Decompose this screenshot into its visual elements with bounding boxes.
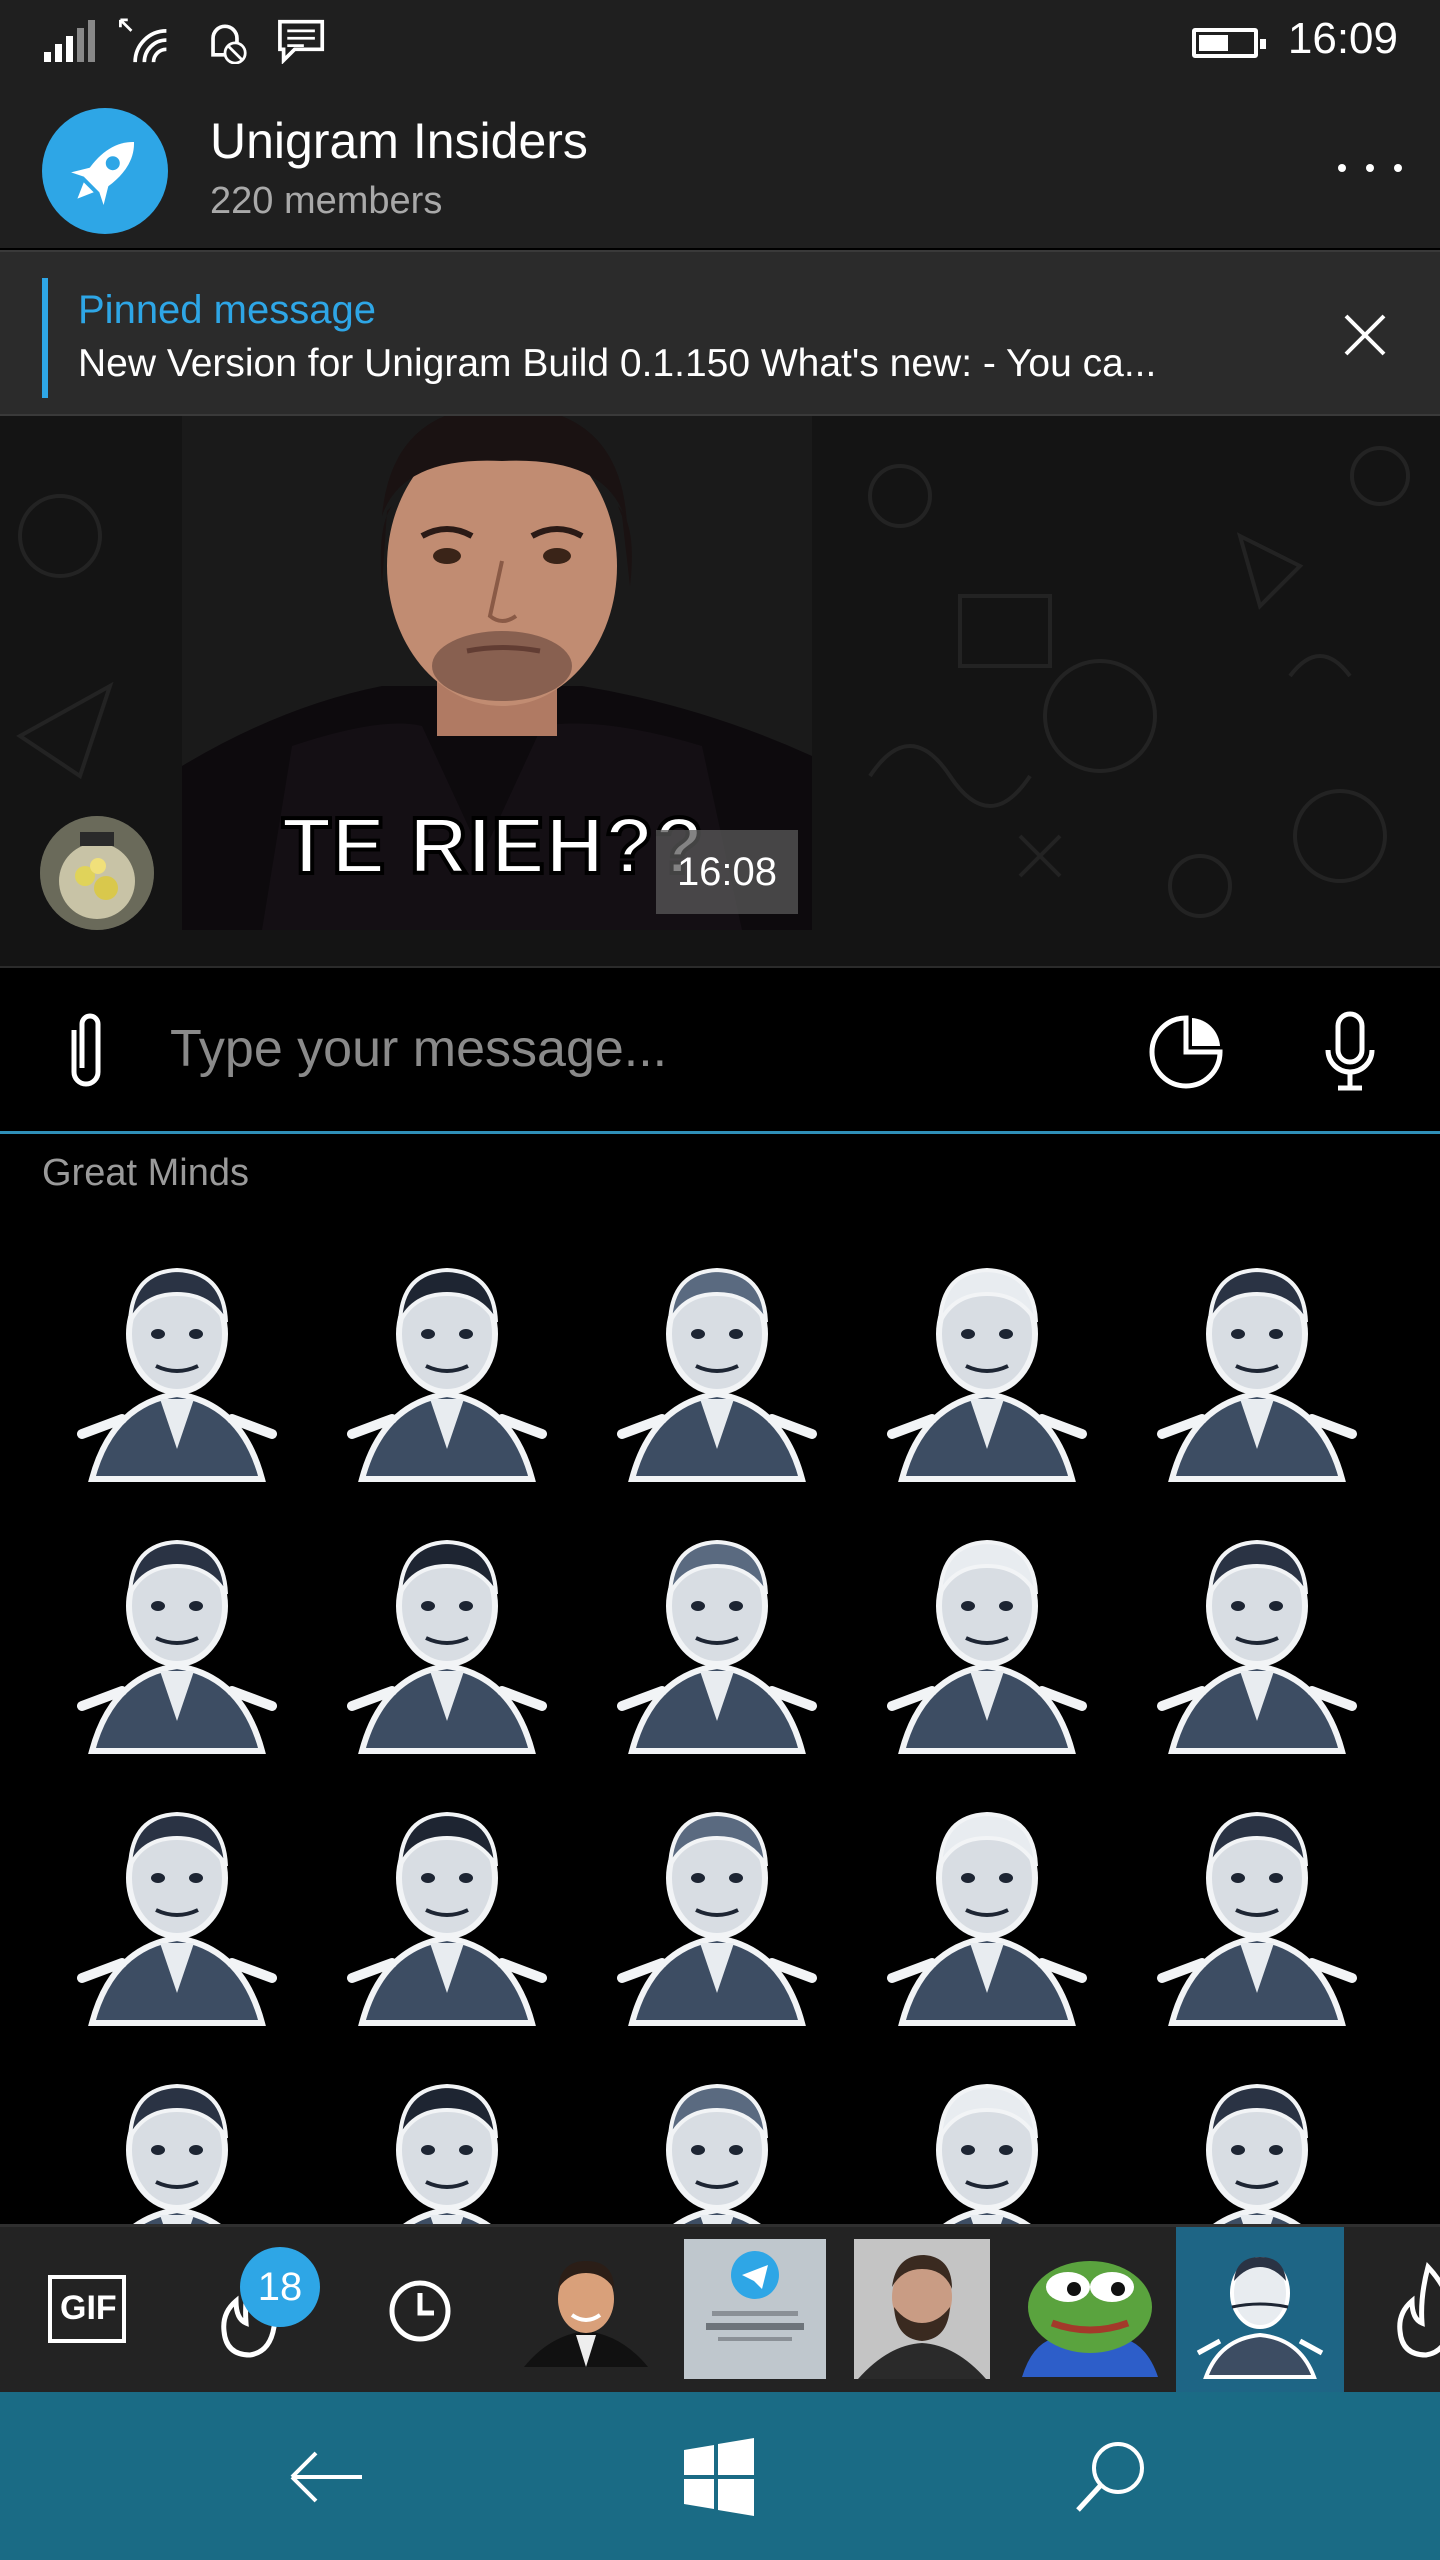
microphone-button[interactable] <box>1318 1010 1382 1094</box>
pinned-accent-bar <box>42 278 48 398</box>
twain-sticker-image <box>887 1539 1087 1754</box>
joan-of-arc-sticker[interactable] <box>322 1234 572 1484</box>
sticker-icon <box>1149 1015 1223 1089</box>
clock-icon <box>389 2280 451 2342</box>
marilyn-sticker-image <box>77 1539 277 1754</box>
gandhi-sticker-image <box>347 1811 547 2026</box>
gif-label: GIF <box>60 2289 117 2327</box>
singer-sticker-thumbnail <box>524 2261 648 2367</box>
sticker-panel[interactable]: Great Minds <box>0 1134 1440 2224</box>
che-sticker[interactable] <box>862 1234 1112 1484</box>
twain-sticker[interactable] <box>862 1506 1112 1756</box>
cleopatra-sticker[interactable] <box>592 1778 842 2028</box>
battery-icon <box>1192 28 1266 58</box>
poe-sticker[interactable] <box>322 2050 572 2224</box>
trending-badge: 18 <box>240 2247 320 2327</box>
joan-of-arc-sticker-image <box>347 1267 547 1482</box>
gagarin-sticker-image <box>347 1539 547 1754</box>
pack-gabriel-tab[interactable] <box>848 2227 996 2392</box>
franklin-sticker[interactable] <box>1132 1778 1382 2028</box>
pinned-close-button[interactable] <box>1330 300 1400 370</box>
chaplin-sticker-image <box>1206 2083 1308 2224</box>
sticker-pack-tabs: GIF 18 <box>0 2224 1440 2392</box>
pack-more-tab[interactable] <box>1370 2227 1440 2392</box>
pepe-frog-thumbnail <box>1022 2261 1158 2377</box>
chaplin-sticker[interactable] <box>1132 2050 1382 2224</box>
cobain-sticker-image <box>126 2083 228 2224</box>
sender-avatar[interactable] <box>40 816 154 930</box>
signal-icon <box>44 20 95 62</box>
caesar-sticker-image <box>1157 1267 1357 1482</box>
message-time: 16:08 <box>656 830 798 914</box>
pinned-label: Pinned message <box>78 288 376 332</box>
pack-pepe-tab[interactable] <box>1012 2227 1166 2392</box>
system-nav-bar <box>0 2392 1440 2560</box>
gif-tab[interactable]: GIF <box>8 2227 168 2392</box>
dali-sticker[interactable] <box>52 1234 302 1484</box>
clock: 16:09 <box>1287 14 1398 63</box>
wifi-icon <box>119 18 167 63</box>
sticker-button[interactable] <box>1146 1012 1226 1092</box>
chat-title: Unigram Insiders <box>210 113 588 169</box>
pushkin-sticker[interactable] <box>592 1506 842 1756</box>
lennon-sticker-image <box>666 2083 768 2224</box>
microphone-icon <box>1325 1011 1375 1091</box>
dali-sticker-image <box>77 1267 277 1482</box>
pack-telegram-gold-tab[interactable] <box>684 2227 826 2392</box>
fire-icon-more <box>1397 2261 1440 2358</box>
attach-button[interactable] <box>58 1010 114 1094</box>
gandhi-sticker[interactable] <box>322 1778 572 2028</box>
group-avatar[interactable] <box>42 108 168 234</box>
search-button[interactable] <box>1066 2432 1156 2522</box>
lovecraft-sticker-image <box>77 1811 277 2026</box>
sticker-pack-title: Great Minds <box>42 1152 249 1194</box>
message-input-bar <box>0 966 1440 1134</box>
dali-sticker-thumbnail <box>1196 2257 1324 2379</box>
hendrix-sticker-image <box>887 1811 1087 2026</box>
windows-icon <box>684 2438 754 2516</box>
cobain-sticker[interactable] <box>52 2050 302 2224</box>
pushkin-sticker-image <box>617 1539 817 1754</box>
bearded-man-thumbnail <box>854 2239 990 2379</box>
lovecraft-sticker[interactable] <box>52 1778 302 2028</box>
lennon-sticker[interactable] <box>592 2050 842 2224</box>
message-input[interactable] <box>168 1008 1072 1090</box>
gagarin-sticker[interactable] <box>322 1506 572 1756</box>
status-bar: 16:09 <box>0 0 1440 82</box>
pack-gianni-tab[interactable] <box>510 2227 662 2392</box>
freddie-sticker-image <box>617 1267 817 1482</box>
back-arrow-icon <box>290 2451 362 2503</box>
freddie-sticker[interactable] <box>592 1234 842 1484</box>
message-list[interactable]: TE RIEH?? 16:08 <box>0 416 1440 966</box>
quiet-hours-icon <box>211 24 247 64</box>
pack-great-minds-tab[interactable] <box>1176 2227 1344 2392</box>
poe-sticker-image <box>396 2083 498 2224</box>
teapot-avatar-image <box>40 816 154 930</box>
musician-sticker[interactable] <box>862 2050 1112 2224</box>
telegram-gold-thumbnail <box>684 2239 826 2379</box>
start-button[interactable] <box>674 2432 764 2522</box>
paperclip-icon <box>71 1013 101 1087</box>
pinned-message[interactable]: Pinned message New Version for Unigram B… <box>0 250 1440 416</box>
washington-sticker[interactable] <box>1132 1506 1382 1756</box>
back-button[interactable] <box>282 2432 372 2522</box>
notification-icon <box>278 19 325 64</box>
musician-sticker-image <box>936 2083 1038 2224</box>
pinned-text: New Version for Unigram Build 0.1.150 Wh… <box>78 342 1157 385</box>
cleopatra-sticker-image <box>617 1811 817 2026</box>
marilyn-sticker[interactable] <box>52 1506 302 1756</box>
member-count: 220 members <box>210 180 443 222</box>
washington-sticker-image <box>1157 1539 1357 1754</box>
che-sticker-image <box>887 1267 1087 1482</box>
search-icon <box>1076 2442 1144 2512</box>
caesar-sticker[interactable] <box>1132 1234 1382 1484</box>
close-icon <box>1344 314 1386 356</box>
rocket-icon <box>71 142 134 205</box>
more-button[interactable] <box>1330 132 1410 202</box>
franklin-sticker-image <box>1157 1811 1357 2026</box>
chat-header[interactable]: Unigram Insiders 220 members <box>0 82 1440 248</box>
recent-tab[interactable] <box>340 2227 500 2392</box>
sticker-caption: TE RIEH?? <box>280 799 705 892</box>
hendrix-sticker[interactable] <box>862 1778 1112 2028</box>
